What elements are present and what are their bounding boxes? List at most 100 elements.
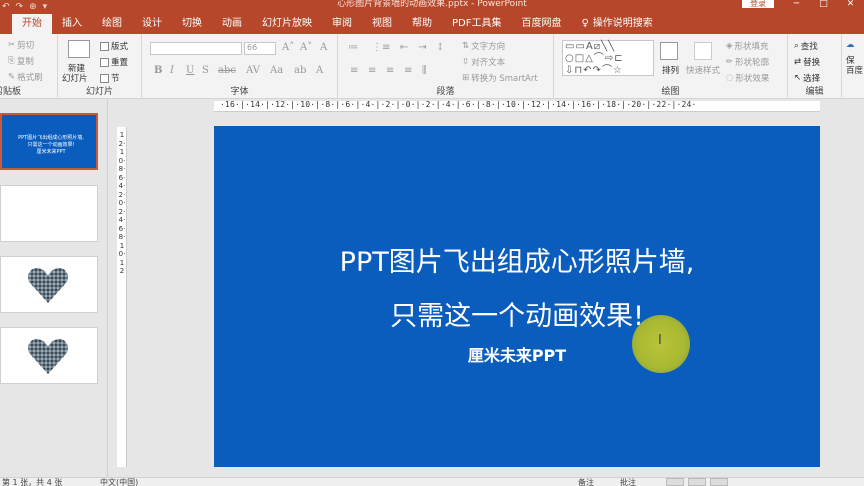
close-button[interactable]: ✕ xyxy=(837,0,864,9)
drawing-label: 绘图 xyxy=(661,87,680,97)
slide-thumbnail-4[interactable] xyxy=(0,327,98,384)
tab-insert[interactable]: 插入 xyxy=(52,14,92,34)
font-size-select[interactable]: 66 xyxy=(244,42,276,55)
font-name-select[interactable] xyxy=(150,42,242,55)
language-indicator[interactable]: 中文(中国) xyxy=(100,477,138,486)
tab-slideshow[interactable]: 幻灯片放映 xyxy=(252,14,322,34)
thumb-text: PPT图片飞出组成心形照片墙, 只需这一个动画效果! 厘米未来PPT xyxy=(18,135,84,155)
vertical-ruler-numbers: 12·10·8·6·4·2·0·2·4·6·8·10·12 xyxy=(118,131,126,275)
slide-canvas[interactable]: PPT图片飞出组成心形照片墙, 只需这一个动画效果! 厘米未来PPT I xyxy=(214,126,820,467)
shadow-icon[interactable]: S xyxy=(202,65,209,76)
tab-transitions[interactable]: 切换 xyxy=(172,14,212,34)
window-title: 心形图片背景墙的动画效果.pptx - PowerPoint xyxy=(337,0,527,9)
find-button[interactable]: ⌕ 查找 xyxy=(794,40,818,52)
tell-me-search[interactable]: ♀ 操作说明搜索 xyxy=(571,14,662,34)
tab-baidu-netdisk[interactable]: 百度网盘 xyxy=(511,14,571,34)
tab-help[interactable]: 帮助 xyxy=(402,14,442,34)
increase-font-icon[interactable]: A˄ xyxy=(282,42,294,53)
line-spacing-icon[interactable]: ↕ xyxy=(436,42,444,53)
title-bar: ↶ ↷ ⊕ ▾ 心形图片背景墙的动画效果.pptx - PowerPoint 登… xyxy=(0,0,864,14)
select-button[interactable]: ↖ 选择 xyxy=(794,72,820,84)
strikethrough-icon[interactable]: abc xyxy=(218,65,236,76)
paragraph-label: 段落 xyxy=(436,87,455,97)
maximize-button[interactable]: □ xyxy=(810,0,837,9)
section-button[interactable]: 节 xyxy=(100,72,120,84)
smartart-icon: ⊞ xyxy=(462,73,470,83)
horizontal-ruler[interactable]: ·16·|·14·|·12·|·10·|·8·|·6·|·4·|·2·|·0·|… xyxy=(214,100,820,112)
replace-button[interactable]: ⇄ 替换 xyxy=(794,56,820,68)
columns-icon[interactable]: ⫼ xyxy=(422,65,427,76)
cut-button[interactable]: ✂ 剪切 xyxy=(8,39,34,51)
align-center-icon[interactable]: ≡ xyxy=(368,65,376,76)
arrange-button[interactable]: 排列 xyxy=(662,64,679,76)
align-text-button[interactable]: ⇳ 对齐文本 xyxy=(462,56,505,68)
slide-sorter-button[interactable] xyxy=(688,478,706,486)
text-direction-button[interactable]: ⇅ 文字方向 xyxy=(462,40,505,52)
slide-subtitle[interactable]: 厘米未来PPT xyxy=(214,342,820,366)
slide-title-line-2[interactable]: 只需这一个动画效果! xyxy=(214,294,820,333)
shapes-gallery[interactable]: ▭▭A⧄╲╲ ○□△⌒⇨⊏ ⇩⊓↶↷⌒☆ xyxy=(562,40,654,76)
align-right-icon[interactable]: ≡ xyxy=(386,65,394,76)
slides-group: 新建 幻灯片 版式 重置 节 幻灯片 xyxy=(58,34,142,99)
smartart-button[interactable]: ⊞ 转换为 SmartArt xyxy=(462,72,538,84)
notes-button[interactable]: 备注 xyxy=(578,477,594,486)
clipboard-label: 剪贴板 xyxy=(0,87,22,97)
reading-view-button[interactable] xyxy=(710,478,728,486)
slide-title-line-1[interactable]: PPT图片飞出组成心形照片墙, xyxy=(214,240,820,279)
baidu-save-group: ☁ 保 百度 xyxy=(842,34,864,99)
baidu-save-button[interactable]: 保 百度 xyxy=(846,56,863,76)
tab-draw[interactable]: 绘图 xyxy=(92,14,132,34)
slide-thumbnails-panel: PPT图片飞出组成心形照片墙, 只需这一个动画效果! 厘米未来PPT xyxy=(0,99,108,477)
char-spacing-icon[interactable]: AV xyxy=(246,65,260,76)
effects-icon: ◌ xyxy=(726,73,734,83)
minimize-button[interactable]: ─ xyxy=(783,0,810,9)
cloud-icon[interactable]: ☁ xyxy=(846,40,855,50)
tab-view[interactable]: 视图 xyxy=(362,14,402,34)
font-color-icon[interactable]: A xyxy=(316,65,323,76)
format-painter-button[interactable]: ✎ 格式刷 xyxy=(8,71,43,83)
quick-styles-button[interactable]: 快速样式 xyxy=(686,64,720,76)
tab-pdf-tools[interactable]: PDF工具集 xyxy=(442,14,511,34)
tab-animations[interactable]: 动画 xyxy=(212,14,252,34)
comments-button[interactable]: 批注 xyxy=(620,477,636,486)
shape-outline-button[interactable]: ✏ 形状轮廓 xyxy=(726,56,769,68)
tab-design[interactable]: 设计 xyxy=(132,14,172,34)
bold-icon[interactable]: B xyxy=(154,65,162,76)
decrease-indent-icon[interactable]: ⇤ xyxy=(400,42,408,53)
decrease-font-icon[interactable]: A˅ xyxy=(300,42,312,53)
shape-effects-button[interactable]: ◌ 形状效果 xyxy=(726,72,769,84)
align-left-icon[interactable]: ≡ xyxy=(350,65,358,76)
new-slide-label: 幻灯片 xyxy=(62,74,88,84)
layout-button[interactable]: 版式 xyxy=(100,40,128,52)
slide-thumbnail-2[interactable] xyxy=(0,185,98,242)
normal-view-button[interactable] xyxy=(666,478,684,486)
vertical-ruler[interactable]: 12·10·8·6·4·2·0·2·4·6·8·10·12 xyxy=(117,127,127,467)
new-slide-icon xyxy=(68,40,90,58)
slide-thumbnail-1[interactable]: PPT图片飞出组成心形照片墙, 只需这一个动画效果! 厘米未来PPT xyxy=(0,113,98,170)
login-button[interactable]: 登录 xyxy=(742,0,774,8)
font-label: 字体 xyxy=(230,87,249,97)
editing-group: ⌕ 查找 ⇄ 替换 ↖ 选择 编辑 xyxy=(788,34,842,99)
clipboard-group: ✂剪切 ⎘复制 ✎格式刷 剪贴板 xyxy=(0,34,58,99)
ribbon: ✂剪切 ⎘复制 ✎格式刷 剪贴板 新建 幻灯片 版式 重置 节 幻灯片 66 A… xyxy=(0,34,864,99)
clear-format-icon[interactable]: A xyxy=(320,42,327,53)
highlight-icon[interactable]: ab xyxy=(294,65,306,76)
reset-button[interactable]: 重置 xyxy=(100,56,128,68)
copy-icon: ⎘ xyxy=(8,56,15,66)
shape-fill-button[interactable]: ◈ 形状填充 xyxy=(726,40,769,52)
quick-styles-icon xyxy=(694,42,712,60)
slide-thumbnail-3[interactable] xyxy=(0,256,98,313)
slides-label: 幻灯片 xyxy=(85,87,113,97)
font-group: 66 A˄ A˅ A B I U S abc AV Aa ab A 字体 xyxy=(142,34,338,99)
bullets-icon[interactable]: ≔ xyxy=(348,42,358,53)
copy-button[interactable]: ⎘ 复制 xyxy=(8,55,34,67)
italic-icon[interactable]: I xyxy=(170,65,174,76)
tab-review[interactable]: 审阅 xyxy=(322,14,362,34)
numbering-icon[interactable]: ⋮≡ xyxy=(372,42,390,53)
change-case-icon[interactable]: Aa xyxy=(270,65,283,76)
align-text-icon: ⇳ xyxy=(462,57,470,67)
underline-icon[interactable]: U xyxy=(186,65,194,76)
increase-indent-icon[interactable]: ⇥ xyxy=(418,42,426,53)
justify-icon[interactable]: ≡ xyxy=(404,65,412,76)
tab-home[interactable]: 开始 xyxy=(12,14,52,34)
